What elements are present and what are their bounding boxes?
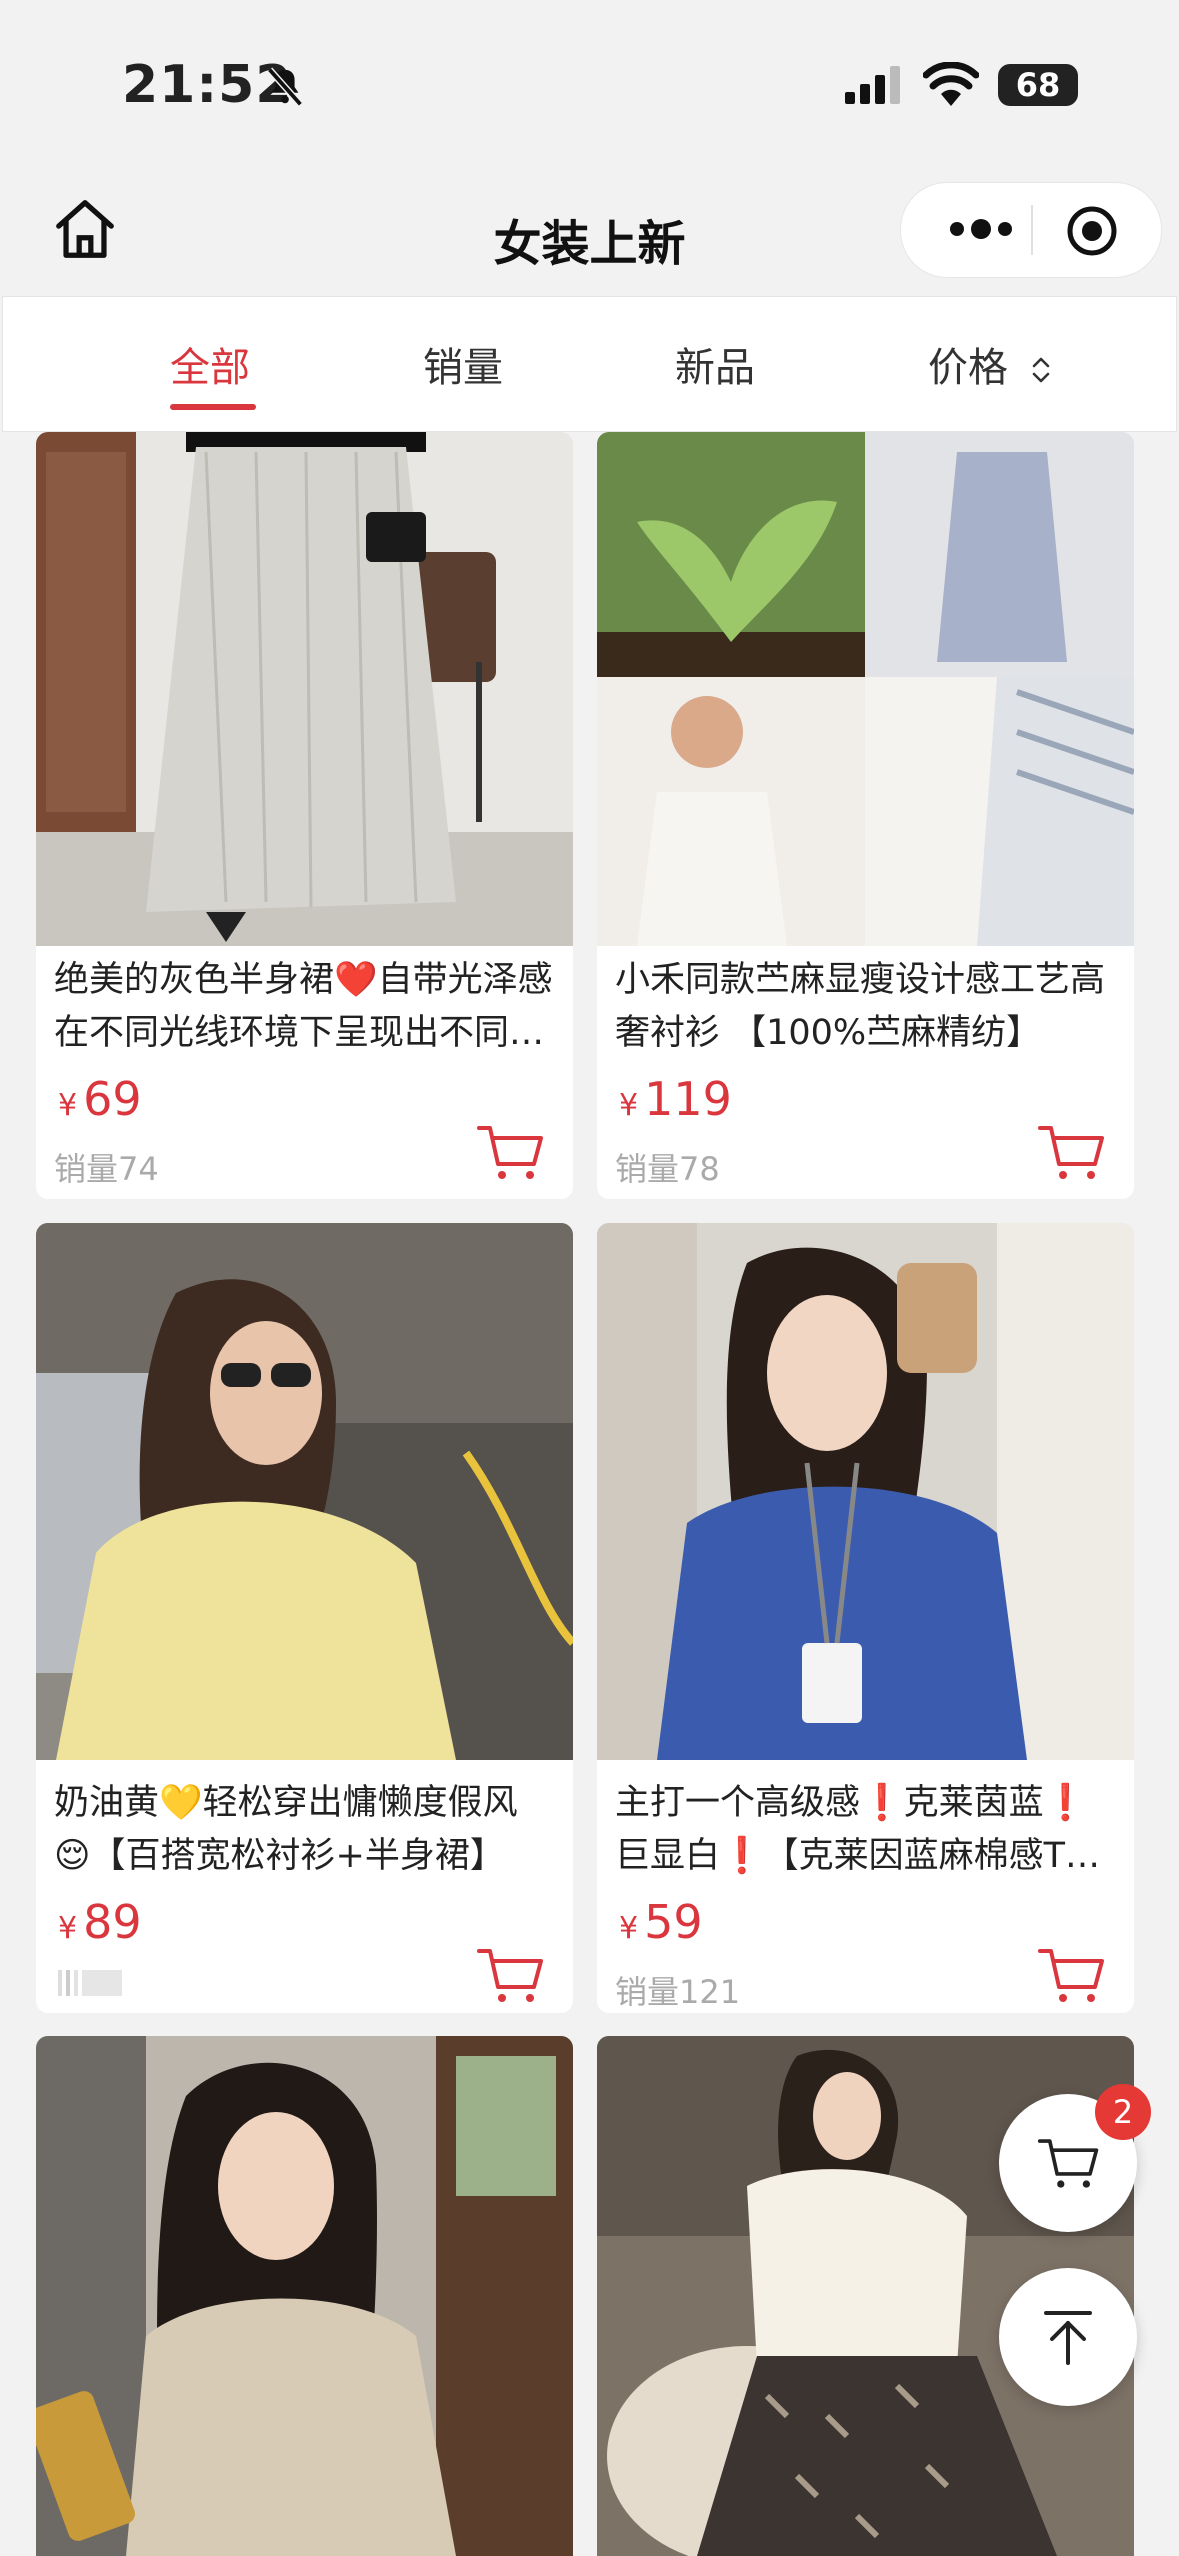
product-card[interactable]: 主打一个高级感❗克莱茵蓝❗巨显白❗【克莱因蓝麻棉感T恤】 ¥59 销量121 — [597, 1223, 1134, 2013]
battery-indicator: 68 — [998, 64, 1078, 106]
cart-count-badge: 2 — [1095, 2084, 1151, 2140]
arrow-up-to-top-icon — [1044, 2311, 1092, 2365]
tab-price[interactable]: 价格 — [928, 335, 1053, 393]
bell-muted-icon — [267, 67, 303, 107]
add-to-cart-icon[interactable] — [476, 1122, 546, 1182]
product-card[interactable]: 绝美的灰色半身裙❤️自带光泽感 在不同光线环境下呈现出不同的色彩 ¥69 销量7… — [36, 432, 573, 1199]
product-title: 绝美的灰色半身裙❤️自带光泽感 在不同光线环境下呈现出不同的色彩 — [54, 960, 553, 1053]
product-price: ¥89 — [58, 1895, 142, 1949]
product-image[interactable] — [597, 432, 1134, 946]
sort-updown-icon — [1032, 357, 1050, 383]
product-image[interactable] — [36, 432, 573, 946]
product-title: 主打一个高级感❗克莱茵蓝❗巨显白❗【克莱因蓝麻棉感T恤】 — [615, 1783, 1088, 1876]
product-card[interactable]: 小禾同款苎麻显瘦设计感工艺高奢衬衫 【100%苎麻精纺】 ¥119 销量78 — [597, 432, 1134, 1199]
tab-active-indicator — [170, 404, 256, 410]
tab-new[interactable]: 新品 — [675, 335, 755, 393]
status-bar: 21:52 68 — [0, 0, 1179, 170]
nav-bar: 女装上新 — [0, 170, 1179, 295]
product-image[interactable] — [36, 1223, 573, 1760]
mini-program-capsule — [900, 182, 1162, 278]
product-title: 奶油黄💛轻松穿出慵懒度假风😌【百搭宽松衬衫+半身裙】 — [54, 1783, 518, 1876]
product-sales: 销量121 — [615, 1973, 741, 2011]
back-to-top-button[interactable] — [999, 2268, 1137, 2406]
close-miniprogram-icon[interactable] — [1066, 205, 1118, 257]
tab-all[interactable]: 全部 — [170, 335, 250, 393]
wifi-icon — [923, 62, 979, 106]
product-price: ¥119 — [619, 1072, 732, 1126]
add-to-cart-icon[interactable] — [1037, 1945, 1107, 2005]
add-to-cart-icon[interactable] — [1037, 1122, 1107, 1182]
product-image[interactable] — [36, 2036, 573, 2556]
product-sales: 销量78 — [615, 1150, 720, 1188]
product-image[interactable] — [597, 1223, 1134, 1760]
product-card[interactable]: 奶油黄💛轻松穿出慵懒度假风😌【百搭宽松衬衫+半身裙】 ¥89 — [36, 1223, 573, 2013]
add-to-cart-icon[interactable] — [476, 1945, 546, 2005]
product-title: 小禾同款苎麻显瘦设计感工艺高奢衬衫 【100%苎麻精纺】 — [615, 960, 1106, 1053]
sales-hidden-placeholder — [58, 1970, 122, 1996]
product-sales: 销量74 — [54, 1150, 159, 1188]
product-card[interactable] — [36, 2036, 573, 2556]
product-price: ¥59 — [619, 1895, 703, 1949]
sort-tabs: 全部 销量 新品 价格 — [2, 296, 1177, 432]
cart-icon — [1037, 2139, 1099, 2188]
tab-sales[interactable]: 销量 — [423, 335, 503, 393]
product-price: ¥69 — [58, 1072, 142, 1126]
tab-price-label: 价格 — [928, 345, 1008, 391]
more-icon[interactable] — [941, 209, 1021, 249]
signal-icon — [845, 66, 900, 104]
